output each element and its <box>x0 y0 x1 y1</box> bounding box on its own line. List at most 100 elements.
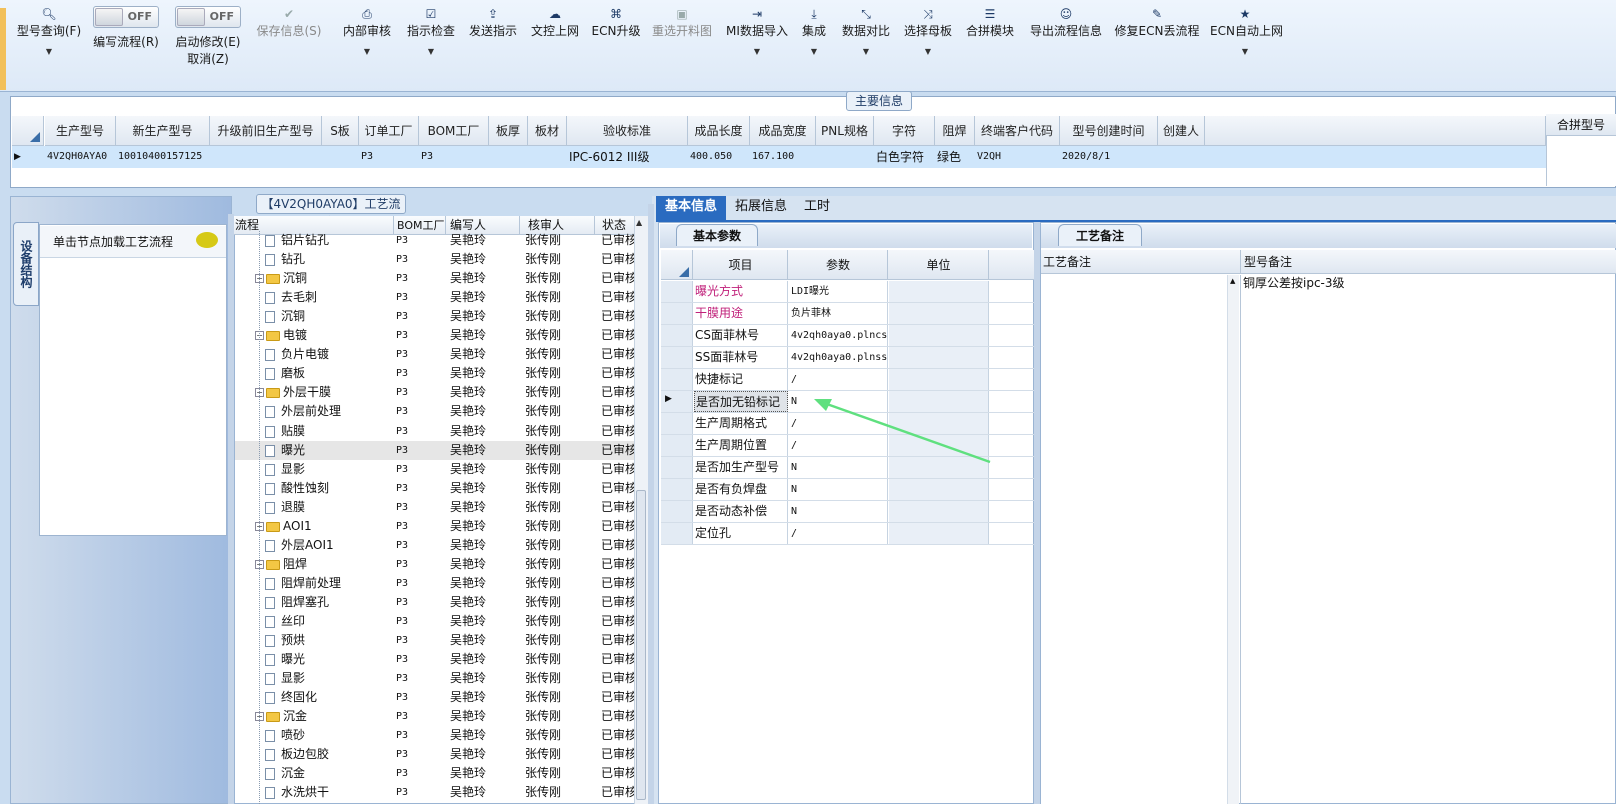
param-row[interactable]: 定位孔 / <box>661 523 1035 545</box>
dropdown-arrow-icon[interactable]: ▼ <box>838 47 894 56</box>
dropdown-arrow-icon[interactable]: ▼ <box>14 47 84 56</box>
main-info-cell[interactable]: P3 <box>421 146 489 168</box>
param-value[interactable]: LDI曝光 <box>789 281 888 302</box>
param-unit[interactable] <box>889 501 989 522</box>
doc-control-online-button[interactable]: ☁ 文控上网 <box>526 6 584 39</box>
tab-work-hours[interactable]: 工时 <box>796 196 838 220</box>
equipment-tree[interactable] <box>39 224 227 536</box>
splitter-middle[interactable] <box>648 204 654 804</box>
param-row[interactable]: SS面菲林号 4v2qh0aya0.plnss <box>661 347 1035 369</box>
param-unit[interactable] <box>889 347 989 368</box>
row-selector[interactable] <box>661 435 693 456</box>
write-process-switch[interactable]: OFF <box>93 6 159 28</box>
document-icon <box>265 767 275 780</box>
param-row[interactable]: 干膜用途 负片菲林 <box>661 303 1035 325</box>
param-value[interactable]: / <box>789 369 888 390</box>
row-selector[interactable] <box>661 413 693 434</box>
param-value[interactable]: 4v2qh0aya0.plnss <box>789 347 888 368</box>
dropdown-arrow-icon[interactable]: ▼ <box>338 47 396 56</box>
param-unit[interactable] <box>889 325 989 346</box>
param-value[interactable]: N <box>789 501 888 522</box>
main-info-cell[interactable]: P3 <box>361 146 419 168</box>
row-selector[interactable] <box>661 523 693 544</box>
main-info-cell[interactable]: 2020/8/1 <box>1062 146 1158 168</box>
mi-import-button[interactable]: ⇥ MI数据导入 ▼ <box>724 6 790 56</box>
start-modify-toggle[interactable]: OFF 启动修改(E) 取消(Z) <box>172 6 244 67</box>
process-writer: 吴艳玲 <box>450 385 487 399</box>
select-mother-board-button[interactable]: ⤨ 选择母板 ▼ <box>902 6 954 56</box>
notes-scrollbar[interactable]: ▲ <box>1227 275 1239 804</box>
ecn-upgrade-button[interactable]: ⌘ ECN升级 <box>588 6 644 39</box>
equipment-structure-tab[interactable]: 设备结构 <box>13 222 39 306</box>
send-instruction-button[interactable]: ⇪ 发送指示 <box>464 6 522 39</box>
param-value[interactable]: 负片菲林 <box>789 303 888 324</box>
param-unit[interactable] <box>889 303 989 324</box>
param-unit[interactable] <box>889 281 989 302</box>
model-note-textarea[interactable]: 铜厚公差按ipc-3级 <box>1240 275 1616 804</box>
row-selector[interactable] <box>661 347 693 368</box>
notes-subtab[interactable]: 工艺备注 <box>1058 224 1142 246</box>
param-unit[interactable] <box>889 479 989 500</box>
main-info-cell[interactable] <box>818 146 874 168</box>
instruction-check-button[interactable]: ☑ 指示检查 ▼ <box>402 6 460 56</box>
main-info-cell[interactable]: 4V2QH0AYA0 <box>47 146 116 168</box>
cancel-label[interactable]: 取消(Z) <box>187 52 229 66</box>
process-writer: 吴艳玲 <box>450 309 487 323</box>
param-value[interactable]: N <box>789 479 888 500</box>
dropdown-arrow-icon[interactable]: ▼ <box>902 47 954 56</box>
main-info-cell[interactable]: 绿色 <box>937 146 975 168</box>
process-scroll-thumb[interactable] <box>636 490 646 800</box>
param-unit[interactable] <box>889 369 989 390</box>
start-modify-switch[interactable]: OFF <box>175 6 241 28</box>
param-value[interactable]: 4v2qh0aya0.plncs <box>789 325 888 346</box>
param-value[interactable]: / <box>789 523 888 544</box>
integrate-button[interactable]: ⤓ 集成 ▼ <box>798 6 830 56</box>
param-row[interactable]: 是否动态补偿 N <box>661 501 1035 523</box>
write-process-toggle[interactable]: OFF 编写流程(R) <box>90 6 162 50</box>
param-row[interactable]: CS面菲林号 4v2qh0aya0.plncs <box>661 325 1035 347</box>
row-selector[interactable] <box>661 303 693 324</box>
scroll-up-icon[interactable]: ▲ <box>636 218 642 227</box>
fix-ecn-button[interactable]: ✎ 修复ECN丢流程 <box>1114 6 1200 39</box>
process-reviewer: 张传刚 <box>525 519 562 533</box>
main-info-cell[interactable]: IPC-6012 III级 <box>569 146 688 168</box>
dropdown-arrow-icon[interactable]: ▼ <box>798 47 830 56</box>
process-status: 已审核 <box>601 347 634 361</box>
internal-review-button[interactable]: ⎙ 内部审核 ▼ <box>338 6 396 56</box>
tab-basic-info[interactable]: 基本信息 <box>656 196 726 220</box>
merge-module-button[interactable]: ☰ 合拼模块 <box>964 6 1016 39</box>
dropdown-arrow-icon[interactable]: ▼ <box>724 47 790 56</box>
row-selector[interactable] <box>661 369 693 390</box>
ecn-auto-online-button[interactable]: ★ ECN自动上网 ▼ <box>1210 6 1283 56</box>
dropdown-arrow-icon[interactable]: ▼ <box>402 47 460 56</box>
main-info-cell[interactable]: 白色字符 <box>876 146 935 168</box>
main-info-cell[interactable]: V2QH <box>977 146 1060 168</box>
tab-extended-info[interactable]: 拓展信息 <box>730 196 792 220</box>
save-info-button[interactable]: ✔ 保存信息(S) <box>252 6 326 39</box>
dropdown-arrow-icon[interactable]: ▼ <box>1210 47 1280 56</box>
row-selector[interactable]: ▶ <box>661 391 693 412</box>
process-note-textarea[interactable] <box>1041 275 1227 804</box>
main-info-cell[interactable]: 400.050 <box>690 146 750 168</box>
reselect-cutting-button[interactable]: ▣ 重选开料图 <box>650 6 714 39</box>
main-info-cell[interactable]: 10010400157125 <box>118 146 210 168</box>
main-info-cell[interactable] <box>530 146 567 168</box>
row-selector[interactable] <box>661 457 693 478</box>
main-info-cell[interactable] <box>491 146 528 168</box>
main-info-cell[interactable] <box>212 146 322 168</box>
param-row[interactable]: 曝光方式 LDI曝光 <box>661 281 1035 303</box>
data-compare-button[interactable]: ⤡ 数据对比 ▼ <box>838 6 894 56</box>
param-unit[interactable] <box>889 523 989 544</box>
row-selector[interactable] <box>661 281 693 302</box>
main-info-cell[interactable]: 167.100 <box>752 146 816 168</box>
main-info-cell[interactable] <box>1160 146 1205 168</box>
param-row[interactable]: 快捷标记 / <box>661 369 1035 391</box>
basic-params-subtab[interactable]: 基本参数 <box>676 224 758 246</box>
row-selector[interactable] <box>661 501 693 522</box>
row-selector[interactable] <box>661 479 693 500</box>
param-row[interactable]: 是否有负焊盘 N <box>661 479 1035 501</box>
row-selector[interactable] <box>661 325 693 346</box>
model-search-button[interactable]: 🔍︎ 型号查询(F) ▼ <box>14 6 84 56</box>
main-info-cell[interactable] <box>324 146 359 168</box>
export-process-button[interactable]: ☺ 导出流程信息 <box>1028 6 1104 39</box>
